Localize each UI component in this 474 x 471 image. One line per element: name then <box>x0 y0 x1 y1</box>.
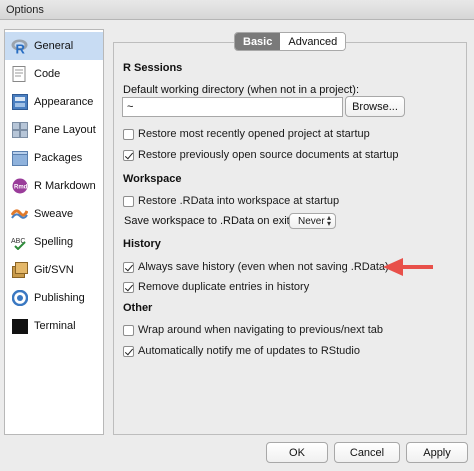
working-directory-label: Default working directory (when not in a… <box>123 84 359 96</box>
wrap-around-option[interactable]: Wrap around when navigating to previous/… <box>123 323 383 337</box>
restore-project-checkbox[interactable] <box>123 128 134 140</box>
always-save-history-option[interactable]: Always save history (even when not savin… <box>123 260 389 274</box>
remove-duplicates-checkbox[interactable] <box>123 281 134 293</box>
sidebar-item-label: Code <box>34 68 61 80</box>
working-directory-input[interactable] <box>122 97 343 117</box>
packages-icon <box>11 150 28 167</box>
pane-layout-icon <box>11 122 28 139</box>
sidebar-item-general[interactable]: R General <box>5 32 103 60</box>
r-logo-icon: R <box>11 38 28 55</box>
remove-duplicates-label: Remove duplicate entries in history <box>138 281 310 293</box>
restore-project-option[interactable]: Restore most recently opened project at … <box>123 127 370 141</box>
sidebar-item-spelling[interactable]: ABC Spelling <box>5 228 103 256</box>
rmd-icon: Rmd <box>11 178 28 195</box>
tab-basic[interactable]: Basic <box>235 33 281 50</box>
restore-docs-option[interactable]: Restore previously open source documents… <box>123 148 398 162</box>
sidebar-item-label: Pane Layout <box>34 124 96 136</box>
save-workspace-label: Save workspace to .RData on exit: <box>124 215 293 227</box>
notify-updates-label: Automatically notify me of updates to RS… <box>138 345 360 357</box>
restore-rdata-label: Restore .RData into workspace at startup <box>138 195 340 207</box>
sidebar-item-code[interactable]: Code <box>5 60 103 88</box>
cancel-button[interactable]: Cancel <box>334 442 400 463</box>
sidebar-item-publishing[interactable]: Publishing <box>5 284 103 312</box>
svg-text:R: R <box>16 41 26 55</box>
section-title-history: History <box>123 238 161 250</box>
section-title-workspace: Workspace <box>123 173 182 185</box>
dialog-footer <box>0 440 474 471</box>
sidebar-item-label: Publishing <box>34 292 85 304</box>
title-bar: Options <box>0 0 474 20</box>
spelling-icon: ABC <box>11 234 28 251</box>
restore-rdata-option[interactable]: Restore .RData into workspace at startup <box>123 194 339 208</box>
sidebar-item-label: Git/SVN <box>34 264 74 276</box>
ok-button[interactable]: OK <box>266 442 328 463</box>
window-title: Options <box>6 4 44 16</box>
restore-project-label: Restore most recently opened project at … <box>138 128 370 140</box>
sidebar-item-git-svn[interactable]: Git/SVN <box>5 256 103 284</box>
appearance-icon <box>11 94 28 111</box>
notify-updates-option[interactable]: Automatically notify me of updates to RS… <box>123 344 360 358</box>
sidebar-item-label: General <box>34 40 74 52</box>
sidebar-item-label: Terminal <box>34 320 76 332</box>
sidebar-item-packages[interactable]: Packages <box>5 144 103 172</box>
git-svn-icon <box>11 262 28 279</box>
save-workspace-select[interactable]: Never ▴ ▾ <box>289 213 336 229</box>
apply-button[interactable]: Apply <box>406 442 468 463</box>
always-save-history-checkbox[interactable] <box>123 261 134 273</box>
sidebar-item-label: R Markdown <box>34 180 96 192</box>
tab-bar: Basic Advanced <box>234 32 347 51</box>
section-title-other: Other <box>123 302 153 314</box>
sidebar-item-pane-layout[interactable]: Pane Layout <box>5 116 103 144</box>
tab-advanced[interactable]: Advanced <box>280 33 346 50</box>
updown-arrows-icon: ▴ ▾ <box>326 213 331 228</box>
sweave-icon <box>11 206 28 223</box>
sidebar-item-label: Spelling <box>34 236 74 248</box>
remove-duplicates-option[interactable]: Remove duplicate entries in history <box>123 280 309 294</box>
sidebar: R General Code Appearance Pane Layout Pa… <box>4 29 104 435</box>
wrap-around-label: Wrap around when navigating to previous/… <box>138 324 384 336</box>
restore-docs-checkbox[interactable] <box>123 149 134 161</box>
sidebar-item-r-markdown[interactable]: Rmd R Markdown <box>5 172 103 200</box>
restore-rdata-checkbox[interactable] <box>123 195 134 207</box>
annotation-arrow-icon <box>383 258 433 276</box>
terminal-icon <box>11 318 28 335</box>
sidebar-item-label: Sweave <box>34 208 74 220</box>
always-save-history-label: Always save history (even when not savin… <box>138 261 389 273</box>
sidebar-item-label: Packages <box>34 152 83 164</box>
save-workspace-value: Never <box>298 215 325 227</box>
publishing-icon <box>11 290 28 307</box>
sidebar-item-appearance[interactable]: Appearance <box>5 88 103 116</box>
code-icon <box>11 66 28 83</box>
notify-updates-checkbox[interactable] <box>123 345 134 357</box>
sidebar-item-label: Appearance <box>34 96 94 108</box>
restore-docs-label: Restore previously open source documents… <box>138 149 399 161</box>
svg-text:Rmd: Rmd <box>14 185 28 191</box>
browse-button[interactable]: Browse... <box>345 96 405 117</box>
sidebar-item-terminal[interactable]: Terminal <box>5 312 103 340</box>
sidebar-item-sweave[interactable]: Sweave <box>5 200 103 228</box>
wrap-around-checkbox[interactable] <box>123 324 134 336</box>
section-title-r-sessions: R Sessions <box>123 62 183 74</box>
